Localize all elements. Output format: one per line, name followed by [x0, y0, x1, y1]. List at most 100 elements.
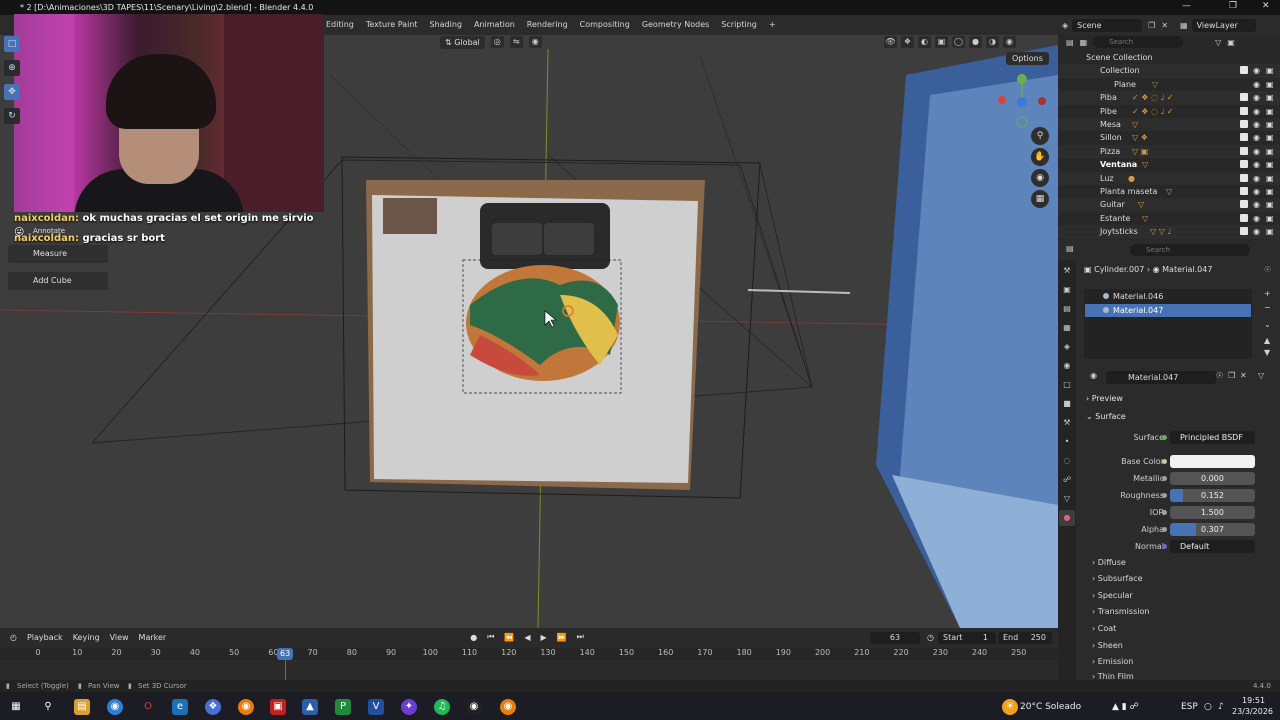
material-name-field[interactable]: Material.047 [1106, 371, 1216, 384]
pin-icon[interactable]: ☉ [1264, 265, 1271, 274]
checkbox[interactable] [1240, 120, 1248, 128]
outliner-row[interactable]: Sillon ▽ ❖ ◉ ▣ [1058, 131, 1280, 144]
cursor-icon[interactable]: ⊕ [4, 60, 20, 76]
timeline-editor-icon[interactable]: ◴ [10, 633, 17, 642]
eye-icon[interactable]: ◉ [1253, 225, 1260, 238]
tool-tab-icon[interactable]: ⚒ [1059, 263, 1075, 279]
specular-subpanel[interactable]: › Specular [1092, 591, 1133, 600]
checkbox[interactable] [1240, 106, 1248, 115]
move-up-icon[interactable]: ▲ [1264, 336, 1270, 345]
jump-end-icon[interactable]: ⏭ [577, 632, 584, 642]
end-frame-field[interactable]: End 250 [998, 632, 1052, 644]
move-icon[interactable]: ✥ [4, 84, 20, 100]
camera-icon[interactable]: ▣ [1266, 131, 1274, 144]
outliner-row[interactable]: Piba ✓ ❖ ◌ ♩ ✓ ◉ ▣ [1058, 91, 1280, 105]
jump-start-icon[interactable]: ⏮ [487, 632, 494, 642]
camera-icon[interactable]: ▣ [1266, 145, 1274, 158]
particles-tab-icon[interactable]: • [1059, 434, 1075, 450]
eye-icon[interactable]: ◉ [1253, 131, 1260, 144]
windows-start-icon[interactable]: ▦ [8, 699, 24, 715]
diffuse-subpanel[interactable]: › Diffuse [1092, 558, 1126, 567]
tab-compositing[interactable]: Compositing [574, 15, 636, 35]
checkbox[interactable] [1240, 227, 1248, 236]
collection-tab-icon[interactable]: □ [1059, 377, 1075, 393]
spotify-icon[interactable]: ♫ [434, 699, 450, 715]
camera-icon[interactable]: ▣ [1266, 78, 1274, 91]
pan-hand-icon[interactable]: ✋ [1031, 148, 1049, 166]
eye-icon[interactable]: ◉ [1253, 91, 1260, 104]
camera-icon[interactable]: ▣ [1266, 105, 1274, 118]
eye-icon[interactable]: ◉ [1253, 158, 1260, 171]
outliner-row[interactable]: Scene Collection [1058, 51, 1280, 64]
minimize-icon[interactable]: — [1182, 1, 1191, 11]
checkbox[interactable] [1240, 66, 1248, 75]
eye-icon[interactable]: ◉ [1253, 212, 1260, 225]
outliner-row[interactable]: Estante ▽ ◉ ▣ [1058, 212, 1280, 225]
eye-icon[interactable]: ◉ [1253, 118, 1260, 131]
snap-icon[interactable]: ⇋ [509, 36, 523, 48]
view-layer-field[interactable]: ViewLayer [1191, 18, 1256, 32]
photos-icon[interactable]: ▲ [302, 699, 318, 715]
scene-field[interactable]: Scene [1072, 18, 1143, 32]
fake-user-icon[interactable]: ☉ [1216, 371, 1223, 380]
coat-subpanel[interactable]: › Coat [1092, 624, 1116, 633]
camera-icon[interactable]: ▣ [1266, 198, 1274, 211]
blender-active-icon[interactable]: ◉ [500, 699, 516, 715]
eye-icon[interactable]: ◉ [1253, 198, 1260, 211]
filter-icon[interactable]: ▽ [1215, 38, 1221, 47]
tab-texture-paint[interactable]: Texture Paint [360, 15, 424, 35]
playhead[interactable]: 63 [277, 648, 294, 660]
opera-icon[interactable]: O [140, 699, 156, 715]
ior-field[interactable]: 1.500 [1170, 506, 1255, 519]
material-tab-icon[interactable]: ● [1059, 510, 1075, 526]
new-collection-icon[interactable]: ▣ [1227, 38, 1235, 47]
render-tab-icon[interactable]: ▣ [1059, 282, 1075, 298]
remove-slot-icon[interactable]: − [1264, 303, 1271, 312]
wireframe-shading-icon[interactable]: ◯ [952, 36, 965, 48]
record-icon[interactable]: ● [470, 633, 477, 642]
zoom-icon[interactable]: ⚲ [1031, 127, 1049, 145]
tab-rendering[interactable]: Rendering [521, 15, 574, 35]
tab-shading[interactable]: Shading [424, 15, 469, 35]
grid-view-icon[interactable]: ▦ [1031, 190, 1049, 208]
transmission-subpanel[interactable]: › Transmission [1092, 607, 1149, 616]
base-color-swatch[interactable] [1170, 455, 1255, 468]
checkbox[interactable] [1240, 200, 1248, 209]
outliner-search[interactable]: Search [1093, 36, 1184, 48]
pycharm-icon[interactable]: P [335, 699, 351, 715]
outliner-row[interactable]: Pizza ▽ ▣ ◉ ▣ [1058, 144, 1280, 159]
duplicate-material-icon[interactable]: ❐ [1228, 371, 1235, 380]
options-button[interactable]: Options [1006, 52, 1049, 65]
vscode-icon[interactable]: V [368, 699, 384, 715]
slot-menu-icon[interactable]: ⌄ [1264, 320, 1271, 329]
play-reverse-icon[interactable]: ◀ [524, 633, 530, 642]
unlink-material-icon[interactable]: ✕ [1240, 371, 1247, 380]
orientation-dropdown[interactable]: ⇅ Global [440, 35, 485, 49]
file-explorer-icon[interactable]: ▤ [74, 699, 90, 715]
material-slot-active[interactable]: Material.047 [1085, 304, 1251, 317]
checkbox[interactable] [1240, 213, 1248, 222]
camera-icon[interactable]: ▣ [1266, 91, 1274, 104]
chrome-icon[interactable]: ◉ [107, 699, 123, 715]
frame-ruler[interactable]: 0 10 20 30 40 50 60 70 80 90 100 110 120 130 140 150 160… [0, 648, 1058, 660]
view-menu[interactable]: View [110, 633, 129, 642]
roughness-slider[interactable]: 0.152 [1170, 489, 1255, 502]
outliner-row-active[interactable]: Ventana ▽ ◉ ▣ [1058, 158, 1280, 171]
tray-icons[interactable]: ▲ ▮ ☍ [1112, 702, 1139, 712]
xray-icon[interactable]: ▣ [935, 36, 948, 48]
metallic-slider[interactable]: 0.000 [1170, 472, 1255, 485]
volume-icon[interactable]: ♪ [1218, 702, 1224, 712]
current-frame-field[interactable]: 63 [870, 632, 920, 644]
eye-icon[interactable]: ◉ [1253, 172, 1260, 185]
surface-shader-field[interactable]: Principled BSDF [1170, 431, 1255, 444]
blender-app-icon[interactable]: ◉ [238, 699, 254, 715]
app-red-icon[interactable]: ▣ [270, 699, 286, 715]
camera-icon[interactable]: ▣ [1266, 225, 1274, 238]
checkbox[interactable] [1240, 93, 1248, 102]
rendered-shading-icon[interactable]: ◉ [1003, 36, 1016, 48]
proportional-edit-icon[interactable]: ◉ [528, 36, 542, 48]
delete-scene-icon[interactable]: ✕ [1161, 21, 1168, 30]
properties-search[interactable]: Search [1130, 244, 1250, 256]
overlay-icon[interactable]: ◐ [918, 36, 931, 48]
physics-tab-icon[interactable]: ◌ [1059, 453, 1075, 469]
